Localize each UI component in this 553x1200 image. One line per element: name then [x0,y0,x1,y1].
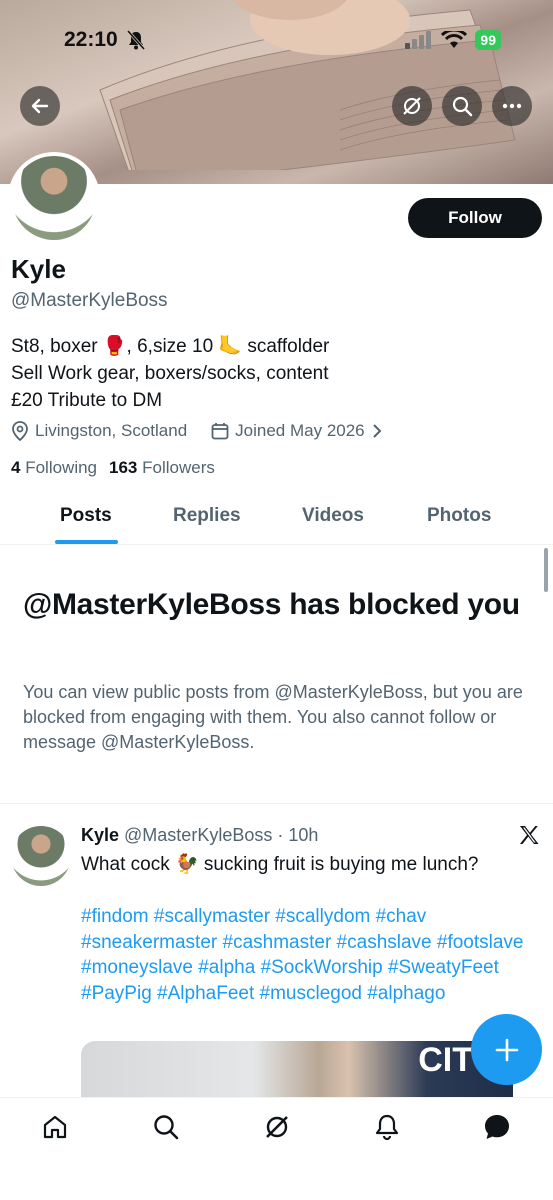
bio-line: St8, boxer 🥊, 6,size 10 🦶 scaffolder [11,336,330,357]
back-arrow-icon [31,98,49,114]
profile-meta: Livingston, Scotland Joined May 2026 [11,421,383,441]
bell-off-icon [127,30,145,50]
nav-search[interactable] [151,1112,181,1142]
follow-button[interactable]: Follow [408,198,542,238]
status-time: 22:10 [64,28,118,51]
home-icon [43,1115,67,1139]
followers-count: 163 [109,458,138,477]
location-pin-icon [12,421,28,441]
profile-location: Livingston, Scotland [35,421,188,440]
followers-label: Followers [142,458,215,477]
grok-icon [403,97,421,115]
tweet-author[interactable]: Kyle [81,825,119,846]
signal-icon [405,31,432,49]
grok-icon [266,1116,288,1138]
following-count: 4 [11,458,21,477]
profile-avatar[interactable] [8,152,100,244]
tweet-media[interactable]: CIT [81,1041,513,1097]
bottom-navigation [0,1097,553,1200]
tweet-separator: · [277,825,284,845]
tab-replies[interactable]: Replies [173,505,241,527]
following-link[interactable]: 4 Following [11,458,97,478]
blocked-description: You can view public posts from @MasterKy… [23,682,523,752]
more-icon [502,103,522,109]
profile-banner[interactable]: 22:10 99 [0,0,553,184]
tweet-text: What cock 🐓 sucking fruit is buying me l… [81,854,479,875]
compose-button[interactable] [471,1014,542,1085]
battery-indicator: 99 [475,30,501,50]
avatar-image [12,156,96,240]
tweet-handle: @MasterKyleBoss [124,825,273,845]
search-icon [154,1115,179,1140]
divider [0,803,553,804]
tweet-header: Kyle @MasterKyleBoss · 10h [81,825,318,846]
profile-tabs: Posts Replies Videos Photos [0,497,553,545]
media-text: CIT [418,1041,473,1079]
calendar-icon [211,423,229,440]
profile-handle: @MasterKyleBoss [11,290,168,311]
grok-button[interactable] [392,86,432,126]
search-icon [452,96,473,117]
profile-name: Kyle [11,254,66,284]
bio-line: Sell Work gear, boxers/socks, content [11,363,329,384]
x-logo-icon [520,826,539,844]
scrollbar[interactable] [544,548,548,592]
notifications-icon [375,1114,399,1141]
active-tab-indicator [55,540,118,544]
nav-notifications[interactable] [372,1112,402,1142]
banner-image [99,0,516,170]
nav-messages[interactable] [482,1112,512,1142]
more-button[interactable] [492,86,532,126]
tab-posts[interactable]: Posts [60,505,112,527]
tab-videos[interactable]: Videos [302,505,364,527]
tab-photos[interactable]: Photos [427,505,491,527]
blocked-title: @MasterKyleBoss has blocked you [23,588,520,621]
tweet-time: 10h [288,825,319,845]
follow-stats: 4 Following 163 Followers [11,458,215,478]
status-indicators: 99 [405,30,501,50]
tweet-hashtags[interactable]: #findom #scallymaster #scallydom #chav #… [81,904,531,1006]
bio-line: £20 Tribute to DM [11,390,163,411]
wifi-icon [441,31,468,48]
nav-home[interactable] [40,1112,70,1142]
profile-bio: St8, boxer 🥊, 6,size 10 🦶 scaffolder Sel… [11,333,541,414]
nav-grok[interactable] [262,1112,292,1142]
messages-icon [485,1115,509,1139]
search-button[interactable] [442,86,482,126]
profile-joined[interactable]: Joined May 2026 [235,421,364,441]
back-button[interactable] [20,86,60,126]
followers-link[interactable]: 163 Followers [109,458,215,478]
chevron-right-icon[interactable] [371,423,383,439]
plus-icon [495,1038,518,1061]
following-label: Following [25,458,98,477]
tweet-avatar[interactable] [11,826,71,886]
